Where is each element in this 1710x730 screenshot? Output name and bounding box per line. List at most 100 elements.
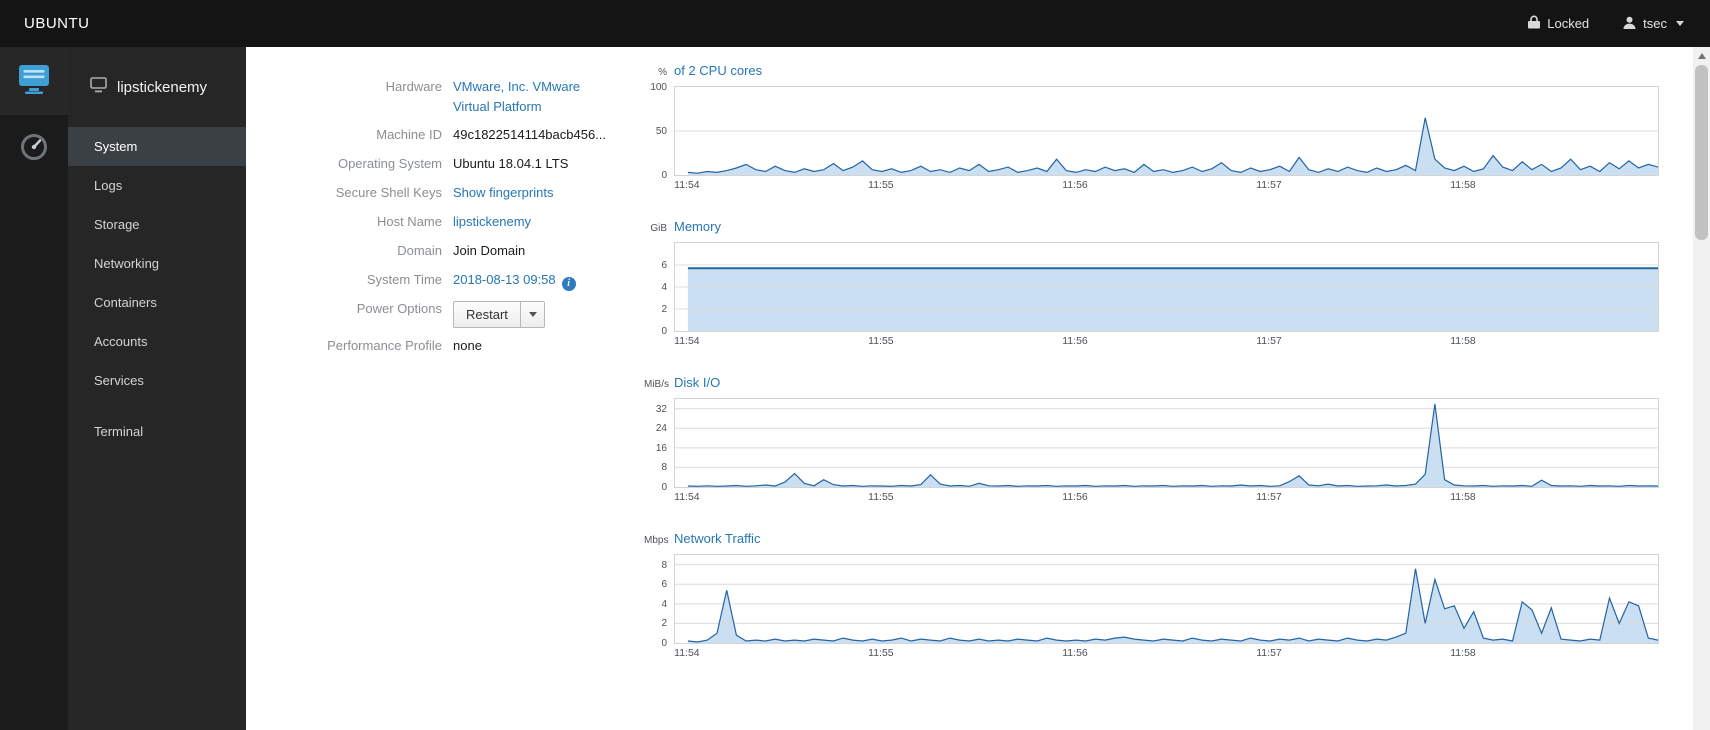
secure-shell-keys-link[interactable]: Show fingerprints xyxy=(453,185,553,200)
sidebar-item-accounts[interactable]: Accounts xyxy=(68,322,246,361)
main-content: Hardware VMware, Inc. VMware Virtual Platf… xyxy=(246,47,1693,730)
chart-network-traffic: Mbps Network Traffic 0 2 4 6 8 11:54 11:55 11:56 1… xyxy=(644,531,1664,661)
y-tick-label: 2 xyxy=(661,618,667,630)
chart-body: 0 8 16 24 32 xyxy=(644,398,1664,493)
info-row-hardware: Hardware VMware, Inc. VMware Virtual Platf… xyxy=(290,77,650,117)
x-tick-label: 11:54 xyxy=(674,179,700,191)
info-icon[interactable]: i xyxy=(561,277,576,291)
x-axis-labels: 11:54 11:55 11:56 11:57 11:58 xyxy=(674,644,1659,661)
x-tick-label: 11:57 xyxy=(1256,179,1282,191)
y-tick-label: 6 xyxy=(661,579,667,591)
chart-header: GiB Memory xyxy=(644,219,1664,242)
rail-item-dashboard[interactable] xyxy=(0,115,68,183)
sidebar-nav-primary: System Logs Storage Networking Containers Acc… xyxy=(68,127,246,400)
info-value: Join Domain xyxy=(453,243,526,258)
rail-item-server[interactable] xyxy=(0,47,68,115)
user-menu[interactable]: tsec xyxy=(1623,16,1684,32)
chart-of-2-cpu-cores: % of 2 CPU cores 0 50 100 11:54 11:55 11:56 11:5… xyxy=(644,63,1664,193)
topbar: UBUNTU Locked tsec xyxy=(0,0,1710,47)
y-tick-label: 100 xyxy=(650,82,667,93)
info-row-system-time: System Time 2018-08-13 09:58 i xyxy=(290,270,650,291)
chevron-down-icon xyxy=(1676,21,1684,26)
scrollbar-thumb[interactable] xyxy=(1695,65,1708,240)
locked-indicator[interactable]: Locked xyxy=(1528,15,1589,32)
info-row-operating-system: Operating System Ubuntu 18.04.1 LTS xyxy=(290,154,650,175)
x-tick-label: 11:55 xyxy=(868,179,894,191)
info-row-machine-id: Machine ID 49c1822514114bacb456... xyxy=(290,125,650,146)
chart-body: 0 2 4 6 xyxy=(644,242,1664,337)
x-tick-label: 11:56 xyxy=(1062,335,1088,347)
info-label: Secure Shell Keys xyxy=(335,185,442,200)
x-axis-labels: 11:54 11:55 11:56 11:57 11:58 xyxy=(674,332,1659,349)
sidebar-item-terminal[interactable]: Terminal xyxy=(68,412,246,451)
x-tick-label: 11:57 xyxy=(1256,335,1282,347)
chart-unit-label: Mbps xyxy=(644,535,669,546)
x-tick-label: 11:57 xyxy=(1256,491,1282,503)
y-axis-labels: 0 2 4 6 8 xyxy=(644,554,674,649)
host-rail xyxy=(0,47,68,730)
chart-unit-label: % xyxy=(658,67,667,78)
chart-plot xyxy=(674,86,1659,176)
x-tick-label: 11:55 xyxy=(868,491,894,503)
y-tick-label: 0 xyxy=(661,638,667,649)
info-row-performance-profile: Performance Profile none xyxy=(290,336,650,357)
dashboard-gauge-icon xyxy=(19,132,49,167)
scrollbar[interactable] xyxy=(1693,47,1710,730)
y-tick-label: 4 xyxy=(661,282,667,293)
y-tick-label: 24 xyxy=(655,423,667,435)
info-row-host-name: Host Name lipstickenemy xyxy=(290,212,650,233)
y-axis-labels: 0 2 4 6 xyxy=(644,242,674,337)
info-row-power-options: Power Options Restart xyxy=(290,299,650,328)
info-label: Host Name xyxy=(376,214,442,229)
x-tick-label: 11:58 xyxy=(1450,647,1476,659)
restart-button[interactable]: Restart xyxy=(453,301,521,328)
info-value: Ubuntu 18.04.1 LTS xyxy=(453,156,569,171)
info-value: Show fingerprints xyxy=(453,183,553,203)
info-value: Restart xyxy=(453,299,545,328)
y-tick-label: 32 xyxy=(655,403,667,415)
hardware-link[interactable]: VMware, Inc. VMware Virtual Platform xyxy=(453,79,580,114)
sidebar-nav-secondary: Terminal xyxy=(68,412,246,451)
info-label: Operating System xyxy=(337,156,442,171)
y-tick-label: 2 xyxy=(661,304,667,315)
info-value: lipstickenemy xyxy=(453,212,531,232)
x-tick-label: 11:54 xyxy=(674,335,700,347)
chart-title-link[interactable]: Disk I/O xyxy=(674,375,720,390)
sidebar-item-containers[interactable]: Containers xyxy=(68,283,246,322)
power-options-dropdown-button[interactable] xyxy=(520,301,545,328)
sidebar-item-logs[interactable]: Logs xyxy=(68,166,246,205)
y-tick-label: 6 xyxy=(661,260,667,271)
chart-title-link[interactable]: Network Traffic xyxy=(674,531,760,546)
y-tick-label: 4 xyxy=(661,598,667,610)
info-label: Performance Profile xyxy=(327,338,442,353)
chart-title-link[interactable]: of 2 CPU cores xyxy=(674,63,762,78)
x-tick-label: 11:55 xyxy=(868,647,894,659)
chevron-down-icon xyxy=(529,312,538,317)
info-row-domain: Domain Join Domain xyxy=(290,241,650,262)
host-label[interactable]: lipstickenemy xyxy=(68,47,246,127)
y-axis-labels: 0 8 16 24 32 xyxy=(644,398,674,493)
chart-plot xyxy=(674,242,1659,332)
chart-title-link[interactable]: Memory xyxy=(674,219,721,234)
host-name-link[interactable]: lipstickenemy xyxy=(453,214,531,229)
info-label: Machine ID xyxy=(376,127,442,142)
user-icon xyxy=(1623,16,1636,32)
sidebar-item-system[interactable]: System xyxy=(68,127,246,166)
chart-body: 0 50 100 xyxy=(644,82,1664,181)
lock-icon xyxy=(1528,15,1541,32)
y-axis-labels: 0 50 100 xyxy=(644,82,674,181)
x-tick-label: 11:58 xyxy=(1450,335,1476,347)
sidebar-item-storage[interactable]: Storage xyxy=(68,205,246,244)
x-tick-label: 11:54 xyxy=(674,647,700,659)
chart-disk-i-o: MiB/s Disk I/O 0 8 16 24 32 11:54 11:55 11:56 11:5… xyxy=(644,375,1664,505)
sidebar-item-services[interactable]: Services xyxy=(68,361,246,400)
chart-memory: GiB Memory 0 2 4 6 11:54 11:55 11:56 11:57 11:58 xyxy=(644,219,1664,349)
chart-header: MiB/s Disk I/O xyxy=(644,375,1664,398)
sidebar-item-networking[interactable]: Networking xyxy=(68,244,246,283)
system-time-link[interactable]: 2018-08-13 09:58 xyxy=(453,272,556,287)
charts-panel: % of 2 CPU cores 0 50 100 11:54 11:55 11:56 11:5… xyxy=(644,63,1664,687)
locked-label: Locked xyxy=(1547,16,1590,31)
server-rail-icon xyxy=(17,63,51,100)
info-label: Domain xyxy=(397,243,442,258)
scroll-up-arrow-icon[interactable] xyxy=(1693,47,1710,64)
